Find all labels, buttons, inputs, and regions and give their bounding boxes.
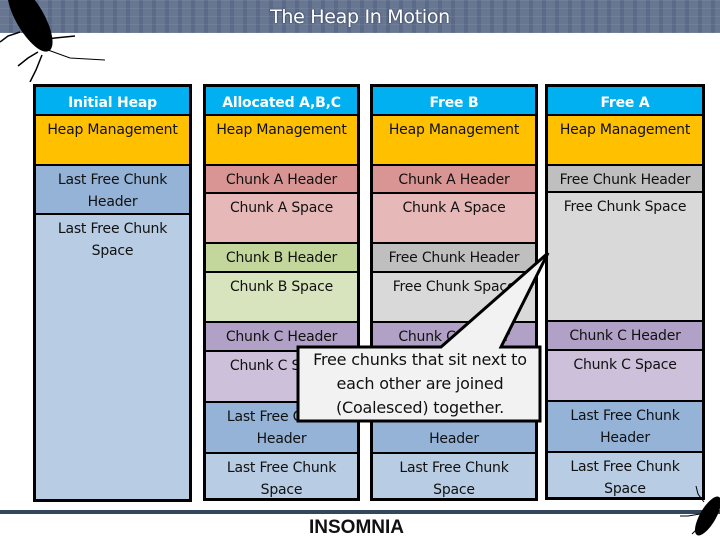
insomnia-logo: INSOMNIA [309,517,404,538]
heap-block-chunk-c-header: Chunk C Header [373,321,535,350]
heap-block-heap-management: Heap Management [548,114,702,164]
callout-line: Free chunks that sit next to [313,350,527,369]
heap-block-last-free-header: Last Free Chunk Header [548,400,702,451]
heap-column: Initial Heap Heap Management Last Free Chu… [33,84,192,502]
heap-block-heap-management: Heap Management [373,114,535,164]
heap-block-last-free-space: Last Free Chunk Space [206,452,357,498]
heap-block-heap-management: Heap Management [36,114,189,164]
heap-block-last-free-space: Last Free Chunk Space [36,213,189,499]
column-title: Initial Heap [36,87,189,114]
heap-block-chunk-b-header: Chunk B Header [206,242,357,271]
heap-block-chunk-b-space: Chunk B Space [206,271,357,321]
heap-block-chunk-a-space: Chunk A Space [206,192,357,242]
heap-column: Free A Heap Management Free Chunk Header Fr… [545,84,705,500]
heap-block-last-free-space: Last Free Chunk Space [373,452,535,498]
heap-block-free-space: Free Chunk Space [373,271,535,321]
footer-divider [0,510,720,514]
heap-block-heap-management: Heap Management [206,114,357,164]
callout-line: each other are joined [336,374,504,393]
heap-block-chunk-a-header: Chunk A Header [206,164,357,192]
column-title: Free A [548,87,702,114]
heap-column: Free B Heap Management Chunk A Header Chunk… [370,84,538,501]
heap-block-free-header: Free Chunk Header [373,242,535,271]
callout-text: Free chunks that sit next to each other … [300,348,540,421]
cockroach-icon [680,486,720,536]
heap-block-last-free-header: Last Free Chunk Header [36,164,189,213]
heap-block-chunk-c-space: Chunk C Space [548,349,702,400]
cockroach-icon [0,0,106,82]
heap-block-free-header: Free Chunk Header [548,164,702,191]
heap-block-chunk-c-header: Chunk C Header [206,321,357,350]
heap-block-last-free-space: Last Free Chunk Space [548,451,702,497]
callout-line: (Coalesced) together. [335,398,505,417]
heap-block-free-space: Free Chunk Space [548,191,702,320]
heap-block-chunk-a-space: Chunk A Space [373,192,535,242]
heap-block-chunk-a-header: Chunk A Header [373,164,535,192]
column-title: Allocated A,B,C [206,87,357,114]
heap-block-chunk-c-header: Chunk C Header [548,320,702,349]
heap-column: Allocated A,B,C Heap Management Chunk A He… [203,84,360,501]
column-title: Free B [373,87,535,114]
